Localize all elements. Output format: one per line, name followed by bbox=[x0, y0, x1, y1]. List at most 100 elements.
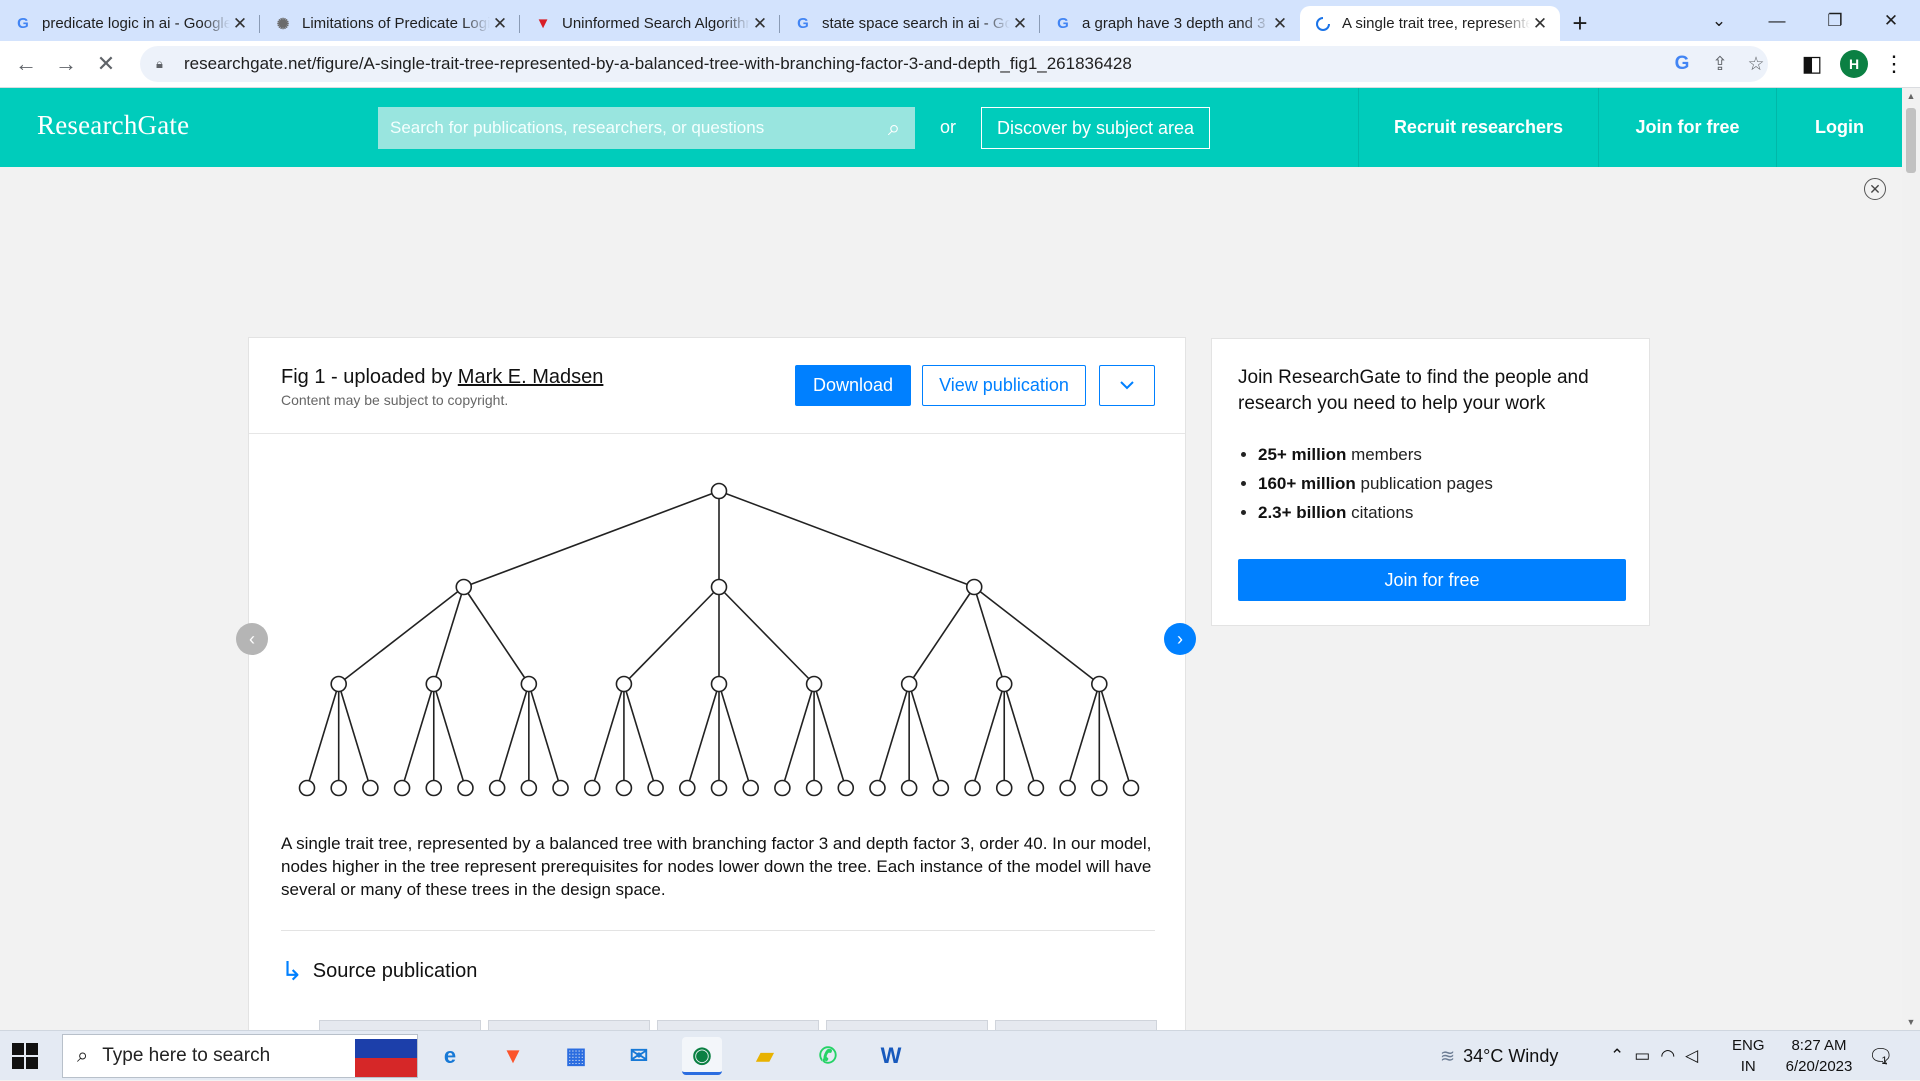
tab-close-icon[interactable]: ✕ bbox=[490, 14, 510, 34]
stop-loading-icon[interactable]: ✕ bbox=[86, 44, 126, 84]
weather-widget[interactable]: ≋ 34°C Windy bbox=[1440, 1031, 1558, 1081]
tree-node-level-2 bbox=[900, 675, 918, 693]
weather-text: 34°C Windy bbox=[1463, 1045, 1559, 1066]
tab-close-icon[interactable]: ✕ bbox=[1530, 14, 1550, 34]
new-tab-button[interactable]: + bbox=[1560, 6, 1600, 41]
scroll-up-arrow-icon[interactable]: ▲ bbox=[1902, 88, 1920, 104]
tree-node-level-3 bbox=[995, 779, 1013, 797]
tree-edge bbox=[876, 683, 910, 789]
tree-edge bbox=[908, 683, 942, 789]
close-ad-icon[interactable]: ✕ bbox=[1864, 178, 1886, 200]
tree-node-level-3 bbox=[330, 779, 347, 797]
tree-edge bbox=[1098, 683, 1132, 789]
tree-node-level-1 bbox=[710, 578, 728, 596]
taskbar-search-box[interactable]: ⌕ Type here to search bbox=[62, 1034, 418, 1078]
previous-figure-button[interactable]: ‹ bbox=[236, 623, 268, 655]
mail-icon[interactable]: ✉ bbox=[619, 1037, 659, 1075]
battery-icon[interactable]: ▭ bbox=[1634, 1046, 1650, 1066]
word-icon[interactable]: W bbox=[871, 1037, 911, 1075]
chrome-icon[interactable]: ◉ bbox=[682, 1037, 722, 1075]
google-lens-icon[interactable]: G bbox=[1670, 52, 1694, 76]
url-text: researchgate.net/figure/A-single-trait-t… bbox=[184, 54, 1132, 73]
browser-tab-4[interactable]: G state space search in ai - Google ✕ bbox=[780, 6, 1040, 41]
page-scrollbar[interactable]: ▲ ▼ bbox=[1902, 88, 1920, 1030]
author-link[interactable]: Mark E. Madsen bbox=[458, 366, 604, 388]
tab-title: a graph have 3 depth and 3 bbox=[1082, 15, 1266, 32]
tree-node-level-0 bbox=[710, 482, 728, 500]
windows-start-icon[interactable] bbox=[12, 1043, 38, 1069]
omnibox[interactable]: 🔒︎ researchgate.net/figure/A-single-trai… bbox=[140, 46, 1768, 82]
scroll-down-arrow-icon[interactable]: ▼ bbox=[1902, 1014, 1920, 1030]
view-publication-button[interactable]: View publication bbox=[922, 365, 1086, 406]
tray-chevron-up-icon[interactable]: ⌃ bbox=[1610, 1046, 1624, 1066]
minimize-icon[interactable]: — bbox=[1748, 0, 1806, 41]
browser-tab-6-active[interactable]: A single trait tree, represented ✕ bbox=[1300, 6, 1560, 41]
side-panel-icon[interactable]: ◧ bbox=[1792, 44, 1832, 84]
notifications-icon[interactable]: 🗨︎ 1 bbox=[1868, 1031, 1893, 1081]
or-label: or bbox=[940, 117, 957, 137]
share-icon[interactable]: ⇪ bbox=[1708, 52, 1732, 76]
tree-edge bbox=[718, 683, 752, 789]
join-for-free-button[interactable]: Join for free bbox=[1238, 559, 1626, 601]
lang-code: ENG bbox=[1732, 1037, 1765, 1054]
login-link[interactable]: Login bbox=[1776, 88, 1902, 167]
more-options-button[interactable] bbox=[1099, 365, 1155, 406]
restore-icon[interactable]: ❐ bbox=[1806, 0, 1864, 41]
scrollbar-thumb[interactable] bbox=[1906, 108, 1916, 173]
bookmark-star-icon[interactable]: ☆ bbox=[1744, 52, 1768, 76]
tree-edge bbox=[718, 586, 815, 685]
search-highlight-flag-icon bbox=[355, 1039, 417, 1077]
tree-node-level-3 bbox=[1059, 779, 1076, 797]
google-g-icon: G bbox=[797, 15, 809, 32]
figure-card-header: Fig 1 - uploaded by Mark E. Madsen Conte… bbox=[249, 338, 1185, 434]
stat-publications: 160+ million publication pages bbox=[1258, 474, 1493, 494]
close-window-icon[interactable]: ✕ bbox=[1862, 0, 1920, 41]
tab-close-icon[interactable]: ✕ bbox=[230, 14, 250, 34]
site-search-box[interactable]: ⌕ bbox=[378, 107, 915, 149]
language-indicator[interactable]: ENG IN bbox=[1732, 1031, 1765, 1081]
region-code: IN bbox=[1740, 1058, 1756, 1075]
figure-card: Fig 1 - uploaded by Mark E. Madsen Conte… bbox=[248, 337, 1186, 1037]
tree-node-level-3 bbox=[298, 779, 316, 797]
tab-search-chevron-icon[interactable]: ⌄ bbox=[1690, 0, 1748, 41]
tree-node-level-2 bbox=[520, 675, 538, 693]
tree-node-level-2 bbox=[710, 675, 728, 693]
browser-tab-5[interactable]: G a graph have 3 depth and 3 ✕ bbox=[1040, 6, 1300, 41]
site-search-input[interactable] bbox=[390, 118, 873, 138]
download-button[interactable]: Download bbox=[795, 365, 911, 406]
loading-spinner-icon bbox=[1314, 15, 1332, 33]
browser-tab-1[interactable]: G predicate logic in ai - Google ✕ bbox=[0, 6, 260, 41]
browser-tab-2[interactable]: ✺ Limitations of Predicate Logic ✕ bbox=[260, 6, 520, 41]
tab-title: A single trait tree, represented bbox=[1342, 15, 1530, 32]
store-icon[interactable]: ▦ bbox=[556, 1037, 596, 1075]
openai-icon: ✺ bbox=[276, 15, 290, 33]
tab-close-icon[interactable]: ✕ bbox=[1270, 14, 1290, 34]
discover-subject-button[interactable]: Discover by subject area bbox=[981, 107, 1210, 149]
join-for-free-link[interactable]: Join for free bbox=[1598, 88, 1776, 167]
researchgate-logo[interactable]: ResearchGate bbox=[37, 110, 189, 141]
stats-list: 25+ million members 160+ million publica… bbox=[1258, 445, 1493, 532]
back-arrow-icon[interactable]: ← bbox=[6, 44, 46, 84]
browser-tab-3[interactable]: ▼ Uninformed Search Algorithms ✕ bbox=[520, 6, 780, 41]
file-explorer-icon[interactable]: ▰ bbox=[745, 1037, 785, 1075]
search-icon[interactable]: ⌕ bbox=[873, 107, 915, 149]
tab-close-icon[interactable]: ✕ bbox=[750, 14, 770, 34]
wifi-icon[interactable]: ◠ bbox=[1660, 1046, 1675, 1066]
tree-node-level-3 bbox=[1027, 779, 1045, 797]
tree-node-level-3 bbox=[457, 779, 474, 797]
forward-arrow-icon[interactable]: → bbox=[46, 44, 86, 84]
profile-avatar[interactable]: H bbox=[1840, 50, 1868, 78]
tree-edge bbox=[623, 683, 657, 789]
tree-node-level-3 bbox=[932, 779, 950, 797]
whatsapp-icon[interactable]: ✆ bbox=[808, 1037, 848, 1075]
clock[interactable]: 8:27 AM 6/20/2023 bbox=[1774, 1031, 1864, 1081]
brave-icon[interactable]: ▼ bbox=[493, 1037, 533, 1075]
speaker-icon[interactable]: ◁ bbox=[1685, 1046, 1698, 1066]
tab-close-icon[interactable]: ✕ bbox=[1010, 14, 1030, 34]
kebab-menu-icon[interactable]: ⋮ bbox=[1874, 44, 1914, 84]
tree-edge bbox=[528, 683, 562, 789]
edge-icon[interactable]: e bbox=[430, 1037, 470, 1075]
tab-title: state space search in ai - Google bbox=[822, 15, 1010, 32]
next-figure-button[interactable]: › bbox=[1164, 623, 1196, 655]
recruit-researchers-link[interactable]: Recruit researchers bbox=[1358, 88, 1598, 167]
